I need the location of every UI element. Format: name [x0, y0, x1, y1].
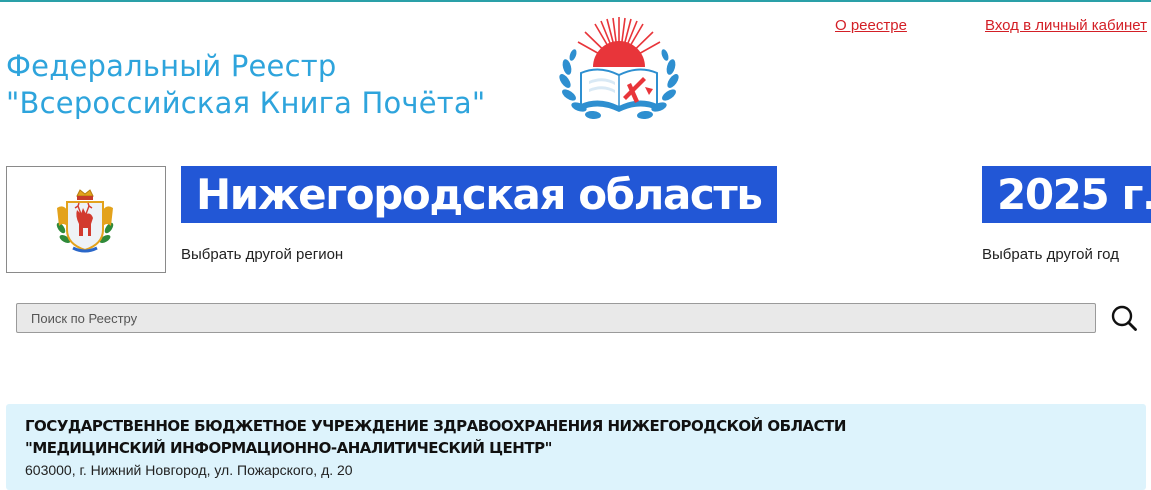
year-banner: 2025 г.	[982, 166, 1151, 223]
search-input[interactable]	[16, 303, 1096, 333]
open-book-laurel-icon[interactable]	[553, 15, 685, 127]
result-card[interactable]: ГОСУДАРСТВЕННОЕ БЮДЖЕТНОЕ УЧРЕЖДЕНИЕ ЗДР…	[6, 404, 1146, 490]
site-title: Федеральный Реестр "Всероссийская Книга …	[6, 48, 485, 122]
region-emblem-box	[6, 166, 166, 273]
organization-address: 603000, г. Нижний Новгород, ул. Пожарско…	[25, 462, 353, 478]
login-link[interactable]: Вход в личный кабинет	[985, 17, 1147, 34]
region-name-banner: Нижегородская область	[181, 166, 777, 223]
choose-region-link[interactable]: Выбрать другой регион	[181, 246, 343, 263]
site-title-line-2: "Всероссийская Книга Почёта"	[6, 86, 486, 120]
about-registry-link[interactable]: О реестре	[835, 17, 907, 34]
organization-name[interactable]: ГОСУДАРСТВЕННОЕ БЮДЖЕТНОЕ УЧРЕЖДЕНИЕ ЗДР…	[25, 415, 965, 459]
nizhny-novgorod-coat-of-arms-icon	[56, 189, 114, 253]
choose-year-link[interactable]: Выбрать другой год	[982, 246, 1119, 263]
search-icon	[1111, 305, 1137, 331]
site-title-line-1: Федеральный Реестр	[6, 49, 337, 83]
search-button[interactable]	[1110, 304, 1138, 332]
top-accent-line	[0, 0, 1151, 2]
